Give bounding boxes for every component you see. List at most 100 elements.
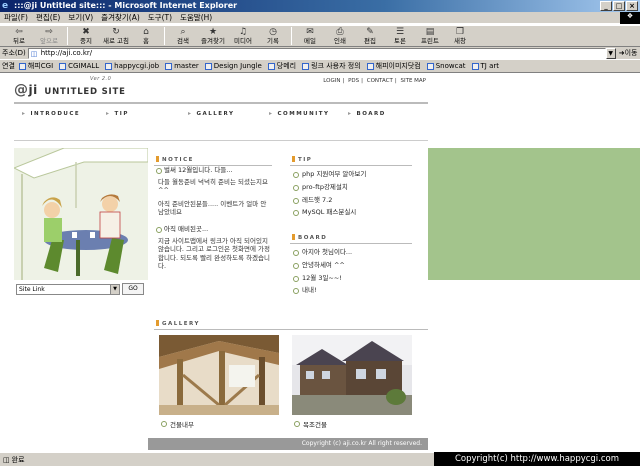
- toolbar-button-print[interactable]: ⎙ 인쇄: [325, 26, 355, 46]
- top-link-sitemap[interactable]: SITE MAP: [400, 78, 426, 84]
- minimize-button[interactable]: _: [600, 1, 612, 11]
- address-input[interactable]: ◫ http://aji.co.kr/: [27, 47, 606, 59]
- toolbar-separator: [164, 27, 165, 45]
- web-page: @ji UNTITLED SITE Ver 2.0 LOGIN | PDS | CO…: [0, 74, 640, 451]
- toolbar-button-label: 검색: [177, 37, 189, 45]
- tip-item[interactable]: 레드햇 7.2: [290, 194, 412, 207]
- address-url: http://aji.co.kr/: [40, 48, 93, 57]
- site-link-go-button[interactable]: GO: [122, 283, 144, 295]
- notice-item[interactable]: 아직 매비된곳...: [154, 225, 272, 234]
- cafe-illustration: [14, 148, 148, 280]
- gallery-caption[interactable]: 목조건물: [293, 419, 327, 429]
- toolbar-button-new-window[interactable]: ❐ 새창: [445, 26, 475, 46]
- link-label: Snowcat: [435, 62, 466, 70]
- gallery-image-interior[interactable]: [159, 335, 279, 415]
- maximize-button[interactable]: □: [613, 1, 625, 11]
- notice-item[interactable]: 벌써 12월입니다. 다들...: [154, 166, 272, 175]
- menu-tools[interactable]: 도구(T): [148, 12, 172, 23]
- link-label: 당메리: [276, 62, 297, 70]
- link-item[interactable]: Snowcat: [426, 62, 466, 70]
- top-link-login[interactable]: LOGIN: [323, 78, 340, 84]
- toolbar-button-label: 즐겨찾기: [201, 37, 225, 45]
- site-header: @ji UNTITLED SITE Ver 2.0 LOGIN | PDS | CO…: [14, 74, 428, 104]
- link-label: 링크 사용자 정의: [311, 62, 361, 70]
- link-item[interactable]: Design Jungle: [204, 62, 262, 70]
- link-label: Design Jungle: [213, 62, 262, 70]
- menu-file[interactable]: 파일(F): [4, 12, 28, 23]
- link-page-icon: [59, 62, 67, 70]
- toolbar-button-history[interactable]: ◷ 기록: [258, 26, 288, 46]
- window-title: :::@ji Untitled site::: - Microsoft Inte…: [14, 1, 238, 10]
- tip-item[interactable]: php 지원여부 알아보기: [290, 168, 412, 181]
- top-link-contact[interactable]: CONTACT: [367, 78, 393, 84]
- board-item[interactable]: 내내!: [290, 284, 412, 297]
- toolbar-button-printer[interactable]: ▤ 프린트: [415, 26, 445, 46]
- link-item[interactable]: happycgi.job: [105, 62, 159, 70]
- toolbar-button-edit[interactable]: ✎ 편집: [355, 26, 385, 46]
- link-page-icon: [426, 62, 434, 70]
- toolbar-button-discuss[interactable]: ☰ 토론: [385, 26, 415, 46]
- close-button[interactable]: ×: [626, 1, 638, 11]
- green-banner: [428, 148, 640, 280]
- toolbar-button-label: 새로 고침: [103, 37, 129, 45]
- toolbar-button-mail[interactable]: ✉ 메일: [295, 26, 325, 46]
- link-item[interactable]: CGIMALL: [59, 62, 99, 70]
- top-link-pds[interactable]: PDS: [348, 78, 359, 84]
- link-item[interactable]: 링크 사용자 정의: [302, 61, 361, 71]
- tip-list: php 지원여부 알아보기 pro-ftp강제설치 레드햇 7.2 MySQL …: [290, 168, 412, 219]
- nav-gallery[interactable]: GALLERY: [188, 110, 234, 117]
- ie-icon: e: [2, 1, 9, 11]
- tip-rule: [290, 165, 412, 166]
- links-label: 연결: [2, 62, 15, 70]
- link-item[interactable]: 해피이미지닷컴: [366, 61, 421, 71]
- toolbar-button-label: 미디어: [234, 37, 252, 45]
- toolbar-separator: [67, 27, 68, 45]
- link-item[interactable]: 당메리: [267, 61, 297, 71]
- nav-community[interactable]: COMMUNITY: [269, 110, 330, 117]
- window-titlebar: e :::@ji Untitled site::: - Microsoft In…: [0, 0, 640, 12]
- link-item[interactable]: TJ art: [471, 62, 499, 70]
- toolbar-button-forward-arrow[interactable]: ⇨ 앞으로: [34, 26, 64, 46]
- nav-introduce[interactable]: INTRODUCE: [22, 110, 80, 117]
- toolbar-button-label: 편집: [364, 37, 376, 45]
- address-dropdown-button[interactable]: ▼: [605, 47, 616, 59]
- tip-item[interactable]: MySQL 패스분실시: [290, 206, 412, 219]
- gallery-caption[interactable]: 건물내부: [160, 419, 194, 429]
- menu-edit[interactable]: 편집(E): [36, 12, 60, 23]
- menu-favorites[interactable]: 즐겨찾기(A): [101, 12, 140, 23]
- toolbar-button-label: 프린트: [421, 37, 439, 45]
- link-label: 해피CGI: [27, 62, 54, 70]
- toolbar-button-refresh[interactable]: ↻ 새로 고침: [101, 26, 131, 46]
- links-bar: 연결 해피CGI CGIMALL happycgi.job master Design …: [0, 60, 640, 73]
- menu-help[interactable]: 도움말(H): [180, 12, 212, 23]
- toolbar-button-search[interactable]: ⌕ 검색: [168, 26, 198, 46]
- board-item[interactable]: 12월 3일~~!: [290, 272, 412, 285]
- link-label: CGIMALL: [68, 62, 100, 70]
- toolbar-button-label: 중지: [80, 37, 92, 45]
- board-item[interactable]: 안녕하세여 ^^: [290, 259, 412, 272]
- toolbar-button-favorites[interactable]: ★ 즐겨찾기: [198, 26, 228, 46]
- site-link-value: Site Link: [19, 286, 45, 293]
- menu-view[interactable]: 보기(V): [68, 12, 93, 23]
- link-page-icon: [18, 62, 26, 70]
- tip-item[interactable]: pro-ftp강제설치: [290, 181, 412, 194]
- nav-tip[interactable]: TIP: [106, 110, 129, 117]
- link-page-icon: [267, 62, 275, 70]
- nav-board[interactable]: BOARD: [348, 110, 386, 117]
- menu-bar: 파일(F) 편집(E) 보기(V) 즐겨찾기(A) 도구(T) 도움말(H) ❖: [0, 12, 640, 24]
- gallery-image-wooden-house[interactable]: [292, 335, 412, 415]
- board-rule: [290, 243, 412, 244]
- site-logo[interactable]: @ji UNTITLED SITE Ver 2.0: [14, 76, 126, 98]
- board-item[interactable]: 아지아 첫님이다...: [290, 246, 412, 259]
- go-button[interactable]: ➜이동: [619, 48, 638, 58]
- toolbar-button-media[interactable]: ♫ 미디어: [228, 26, 258, 46]
- link-item[interactable]: master: [165, 62, 199, 70]
- board-list: 아지아 첫님이다... 안녕하세여 ^^ 12월 3일~~! 내내!: [290, 246, 412, 297]
- toolbar-button-stop[interactable]: ✖ 중지: [71, 26, 101, 46]
- toolbar-button-back-arrow[interactable]: ⇦ 뒤로: [4, 26, 34, 46]
- watermark: Copyright(c) http://www.happycgi.com: [434, 452, 640, 466]
- board-title: BOARD: [292, 234, 327, 241]
- toolbar-button-home[interactable]: ⌂ 홈: [131, 26, 161, 46]
- link-item[interactable]: 해피CGI: [18, 61, 54, 71]
- site-link-select[interactable]: Site Link ▼: [16, 284, 120, 295]
